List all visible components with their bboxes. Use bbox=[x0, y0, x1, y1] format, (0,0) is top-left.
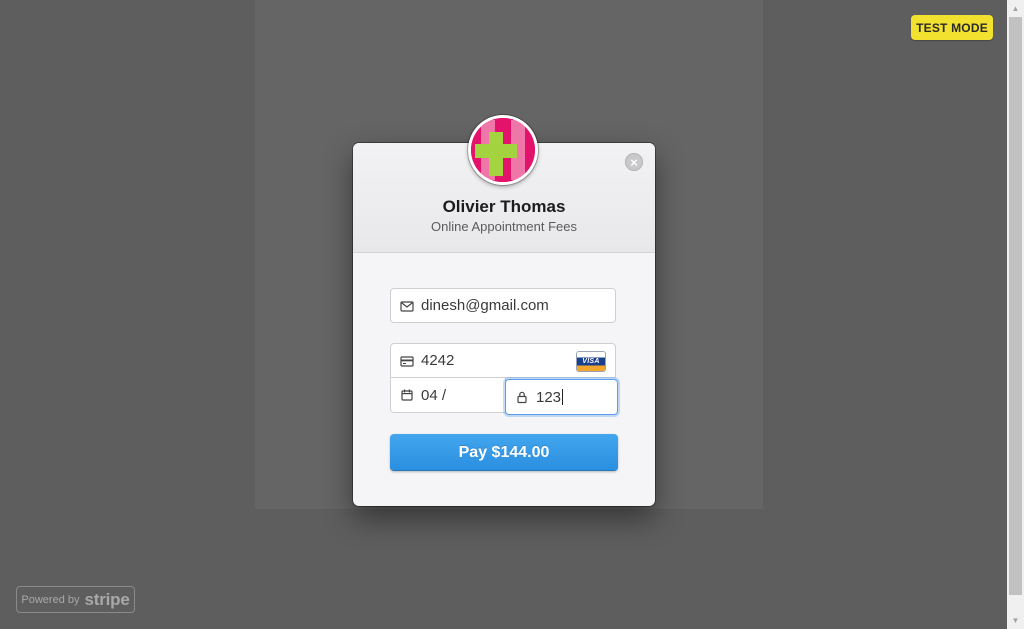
merchant-logo bbox=[468, 115, 538, 185]
cross-logo-icon bbox=[471, 118, 535, 182]
expiry-field[interactable]: 04 / bbox=[390, 378, 506, 413]
visa-card-icon: VISA bbox=[577, 352, 605, 371]
scroll-up-arrow-icon[interactable]: ▲ bbox=[1007, 0, 1024, 17]
scroll-down-arrow-icon[interactable]: ▼ bbox=[1007, 612, 1024, 629]
vertical-scrollbar[interactable]: ▲ ▼ bbox=[1007, 0, 1024, 629]
card-number-value: 4242 bbox=[421, 352, 455, 369]
merchant-name: Olivier Thomas bbox=[442, 197, 566, 216]
calendar-icon bbox=[400, 388, 414, 402]
close-button[interactable]: × bbox=[625, 153, 643, 171]
close-icon: × bbox=[630, 154, 638, 170]
email-value: dinesh@gmail.com bbox=[421, 297, 549, 314]
pay-button-label: Pay $144.00 bbox=[458, 443, 550, 461]
cvc-field[interactable]: 123 bbox=[505, 379, 618, 415]
email-field[interactable]: dinesh@gmail.com bbox=[390, 288, 616, 323]
lock-icon bbox=[515, 390, 529, 404]
scrollbar-thumb[interactable] bbox=[1009, 17, 1022, 595]
modal-header: × Olivier Thomas Online Appointment Fees bbox=[353, 115, 655, 253]
stripe-logo: stripe bbox=[84, 589, 130, 609]
test-mode-label: TEST MODE bbox=[916, 20, 988, 35]
text-caret bbox=[562, 389, 564, 405]
checkout-modal: × Olivier Thomas Online Appointment Fees… bbox=[353, 115, 655, 506]
powered-by-label: Powered by bbox=[21, 593, 80, 606]
pay-button[interactable]: Pay $144.00 bbox=[390, 434, 618, 471]
card-number-field[interactable]: 4242 VISA bbox=[390, 343, 616, 378]
expiry-value: 04 / bbox=[421, 386, 447, 404]
card-brand-label: VISA bbox=[582, 358, 600, 365]
test-mode-badge: TEST MODE bbox=[911, 15, 993, 40]
powered-by-stripe-badge[interactable]: Powered by stripe bbox=[16, 586, 135, 613]
mail-icon bbox=[400, 299, 414, 313]
credit-card-icon bbox=[400, 354, 414, 368]
cvc-value: 123 bbox=[536, 388, 562, 406]
logo-badge bbox=[471, 118, 535, 182]
merchant-description: Online Appointment Fees bbox=[431, 219, 577, 234]
